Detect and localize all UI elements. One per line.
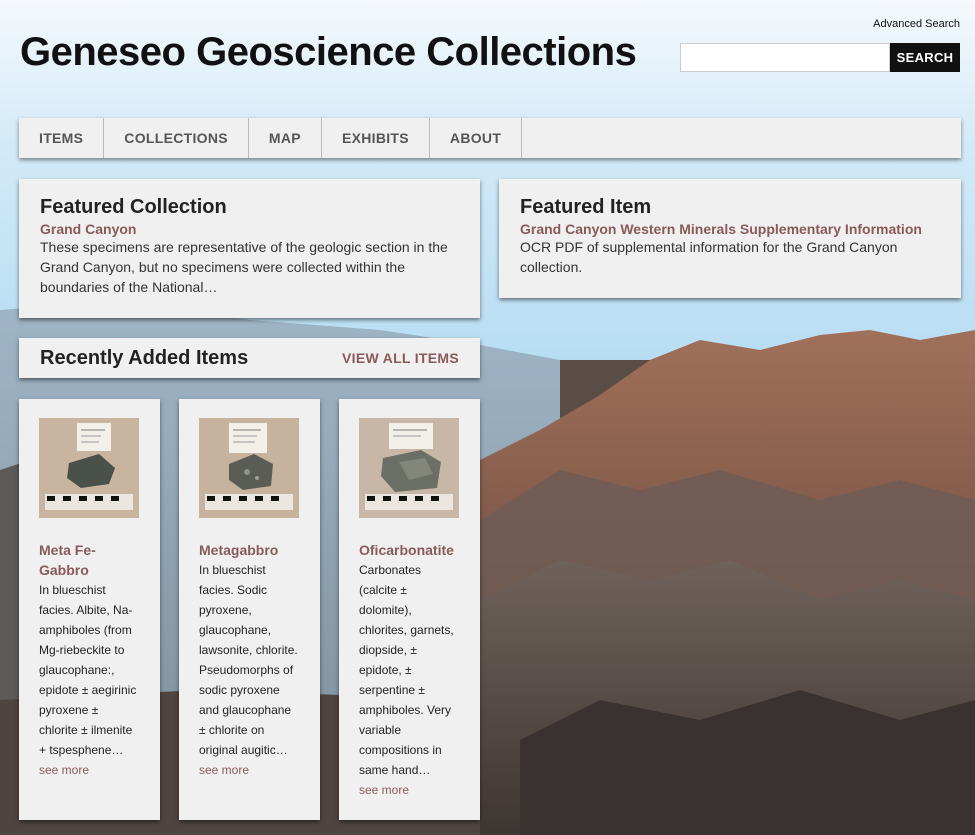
featured-collection-title-link[interactable]: Grand Canyon bbox=[40, 221, 459, 237]
item-card: Oficarbonatite Carbonates (calcite ± dol… bbox=[339, 399, 480, 820]
advanced-search-link[interactable]: Advanced Search bbox=[873, 18, 960, 30]
item-thumbnail[interactable] bbox=[39, 418, 139, 518]
recently-added-header: Recently Added Items VIEW ALL ITEMS bbox=[19, 338, 480, 378]
see-more-link[interactable]: see more bbox=[359, 780, 460, 800]
item-description: Carbonates (calcite ± dolomite), chlorit… bbox=[359, 563, 454, 777]
featured-item-title-link[interactable]: Grand Canyon Western Minerals Supplement… bbox=[520, 221, 940, 237]
item-title-link[interactable]: Meta Fe-Gabbro bbox=[39, 540, 140, 580]
site-title[interactable]: Geneseo Geoscience Collections bbox=[20, 30, 637, 75]
search-input[interactable] bbox=[680, 43, 890, 72]
item-thumbnail[interactable] bbox=[359, 418, 459, 518]
recently-added-heading: Recently Added Items bbox=[40, 346, 249, 369]
featured-collection-panel: Featured Collection Grand Canyon These s… bbox=[19, 179, 480, 318]
view-all-items-link[interactable]: VIEW ALL ITEMS bbox=[342, 350, 459, 366]
nav-item-map[interactable]: MAP bbox=[249, 118, 322, 158]
search-button[interactable]: SEARCH bbox=[890, 43, 960, 72]
featured-collection-description: These specimens are representative of th… bbox=[40, 239, 448, 295]
featured-item-heading: Featured Item bbox=[520, 196, 652, 218]
featured-collection-heading: Featured Collection bbox=[40, 196, 227, 218]
see-more-link[interactable]: see more bbox=[199, 760, 300, 780]
featured-item-panel: Featured Item Grand Canyon Western Miner… bbox=[499, 179, 961, 298]
item-title-link[interactable]: Oficarbonatite bbox=[359, 540, 460, 560]
item-card: Meta Fe-Gabbro In blueschist facies. Alb… bbox=[19, 399, 160, 820]
nav-item-exhibits[interactable]: EXHIBITS bbox=[322, 118, 430, 158]
item-title-link[interactable]: Metagabbro bbox=[199, 540, 300, 560]
item-card: Metagabbro In blueschist facies. Sodic p… bbox=[179, 399, 320, 820]
nav-item-items[interactable]: ITEMS bbox=[19, 118, 105, 158]
see-more-link[interactable]: see more bbox=[39, 760, 140, 780]
nav-item-about[interactable]: ABOUT bbox=[430, 118, 523, 158]
item-thumbnail[interactable] bbox=[199, 418, 299, 518]
item-description: In blueschist facies. Sodic pyroxene, gl… bbox=[199, 563, 298, 757]
nav-item-collections[interactable]: COLLECTIONS bbox=[104, 118, 249, 158]
main-navigation: ITEMS COLLECTIONS MAP EXHIBITS ABOUT bbox=[19, 118, 961, 158]
item-description: In blueschist facies. Albite, Na-amphibo… bbox=[39, 583, 137, 757]
featured-item-description: OCR PDF of supplemental information for … bbox=[520, 239, 898, 275]
